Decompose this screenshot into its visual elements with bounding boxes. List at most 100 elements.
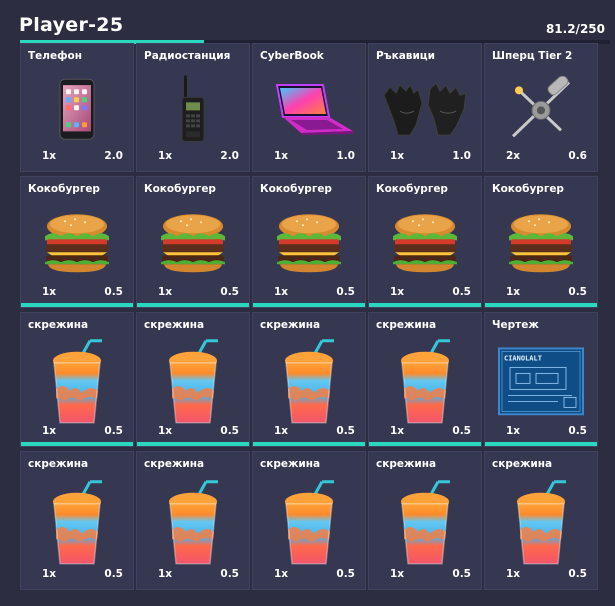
item-name: Чертеж: [492, 319, 539, 331]
item-weight: 0.5: [568, 425, 587, 437]
slushie-icon: [510, 479, 572, 565]
slushie-icon: [46, 338, 108, 424]
item-weight: 0.5: [104, 425, 123, 437]
item-weight: 0.5: [336, 286, 355, 298]
item-name: Телефон: [28, 50, 82, 62]
item-weight: 0.5: [104, 568, 123, 580]
walkie-talkie-icon: [180, 74, 206, 143]
item-durability-bar: [253, 442, 365, 446]
inventory-slot[interactable]: скрежина 1x 0.5: [368, 451, 482, 590]
gloves-icon: [380, 81, 470, 137]
item-name: скрежина: [28, 458, 89, 470]
smartphone-icon: [59, 78, 95, 140]
item-name: Радиостанция: [144, 50, 231, 62]
burger-icon: [273, 212, 345, 274]
item-weight: 1.0: [336, 150, 355, 162]
inventory-slot[interactable]: Кокобургер 1x 0.5: [484, 176, 598, 308]
inventory-slot[interactable]: Шперц Tier 2 2x 0.6: [484, 43, 598, 172]
burger-icon: [157, 212, 229, 274]
inventory-slot[interactable]: Кокобургер 1x 0.5: [20, 176, 134, 308]
item-name: скрежина: [28, 319, 89, 331]
blueprint-icon: CIANOLALT: [498, 346, 584, 415]
inventory-slot[interactable]: CyberBook 1x 1.0: [252, 43, 366, 172]
item-name: Кокобургер: [144, 183, 216, 195]
inventory-slot[interactable]: Телефон 1x 2.0: [20, 43, 134, 172]
burger-icon: [505, 212, 577, 274]
item-name: скрежина: [260, 458, 321, 470]
item-durability-bar: [137, 303, 249, 307]
item-weight: 0.5: [220, 286, 239, 298]
item-quantity: 1x: [274, 286, 289, 298]
item-durability-bar: [137, 442, 249, 446]
item-name: Шперц Tier 2: [492, 50, 573, 62]
item-quantity: 1x: [42, 568, 57, 580]
item-quantity: 1x: [390, 286, 405, 298]
item-name: Ръкавици: [376, 50, 435, 62]
item-weight: 0.5: [336, 568, 355, 580]
item-durability-bar: [369, 303, 481, 307]
item-name: скрежина: [260, 319, 321, 331]
inventory-slot[interactable]: скрежина 1x 0.5: [136, 312, 250, 447]
lockpick-icon: [505, 75, 577, 142]
item-durability-bar: [369, 442, 481, 446]
item-weight: 0.5: [104, 286, 123, 298]
inventory-slot[interactable]: Кокобургер 1x 0.5: [368, 176, 482, 308]
item-name: скрежина: [144, 458, 205, 470]
inventory-grid: Телефон 1x 2.0 Радиостанция 1x 2.0 CyberBook: [20, 43, 598, 590]
item-weight: 0.5: [452, 568, 471, 580]
item-quantity: 1x: [158, 568, 173, 580]
item-weight: 0.6: [568, 150, 587, 162]
item-quantity: 1x: [390, 425, 405, 437]
inventory-slot[interactable]: скрежина 1x 0.5: [20, 451, 134, 590]
item-quantity: 1x: [274, 425, 289, 437]
item-quantity: 1x: [42, 425, 57, 437]
item-name: скрежина: [144, 319, 205, 331]
inventory-slot[interactable]: Кокобургер 1x 0.5: [136, 176, 250, 308]
item-weight: 0.5: [220, 568, 239, 580]
inventory-slot[interactable]: Ръкавици 1x 1.0: [368, 43, 482, 172]
inventory-slot[interactable]: скрежина 1x 0.5: [136, 451, 250, 590]
item-quantity: 1x: [390, 568, 405, 580]
item-durability-bar: [253, 303, 365, 307]
burger-icon: [389, 212, 461, 274]
burger-icon: [41, 212, 113, 274]
item-quantity: 1x: [274, 150, 289, 162]
inventory-slot[interactable]: скрежина 1x 0.5: [20, 312, 134, 447]
item-quantity: 1x: [158, 286, 173, 298]
inventory-slot[interactable]: Радиостанция 1x 2.0: [136, 43, 250, 172]
item-quantity: 1x: [506, 286, 521, 298]
slushie-icon: [278, 479, 340, 565]
item-weight: 0.5: [220, 425, 239, 437]
inventory-slot[interactable]: скрежина 1x 0.5: [368, 312, 482, 447]
item-quantity: 1x: [506, 568, 521, 580]
item-name: скрежина: [492, 458, 553, 470]
item-name: Кокобургер: [28, 183, 100, 195]
item-name: Кокобургер: [376, 183, 448, 195]
player-name: Player-25: [19, 14, 124, 36]
inventory-slot[interactable]: скрежина 1x 0.5: [252, 451, 366, 590]
item-quantity: 1x: [42, 150, 57, 162]
laptop-icon: [263, 83, 355, 135]
item-durability-bar: [21, 303, 133, 307]
inventory-slot[interactable]: Чертеж CIANOLALT 1x 0.5: [484, 312, 598, 447]
inventory-slot[interactable]: скрежина 1x 0.5: [252, 312, 366, 447]
item-name: Кокобургер: [492, 183, 564, 195]
item-quantity: 2x: [506, 150, 521, 162]
item-name: скрежина: [376, 458, 437, 470]
slushie-icon: [394, 479, 456, 565]
item-quantity: 1x: [158, 425, 173, 437]
item-name: скрежина: [376, 319, 437, 331]
item-quantity: 1x: [506, 425, 521, 437]
item-weight: 2.0: [220, 150, 239, 162]
item-durability-bar: [21, 442, 133, 446]
item-quantity: 1x: [390, 150, 405, 162]
item-weight: 0.5: [336, 425, 355, 437]
inventory-slot[interactable]: скрежина 1x 0.5: [484, 451, 598, 590]
item-weight: 1.0: [452, 150, 471, 162]
inventory-slot[interactable]: Кокобургер 1x 0.5: [252, 176, 366, 308]
item-quantity: 1x: [158, 150, 173, 162]
item-durability-bar: [485, 442, 597, 446]
slushie-icon: [394, 338, 456, 424]
item-weight: 0.5: [568, 286, 587, 298]
slushie-icon: [46, 479, 108, 565]
